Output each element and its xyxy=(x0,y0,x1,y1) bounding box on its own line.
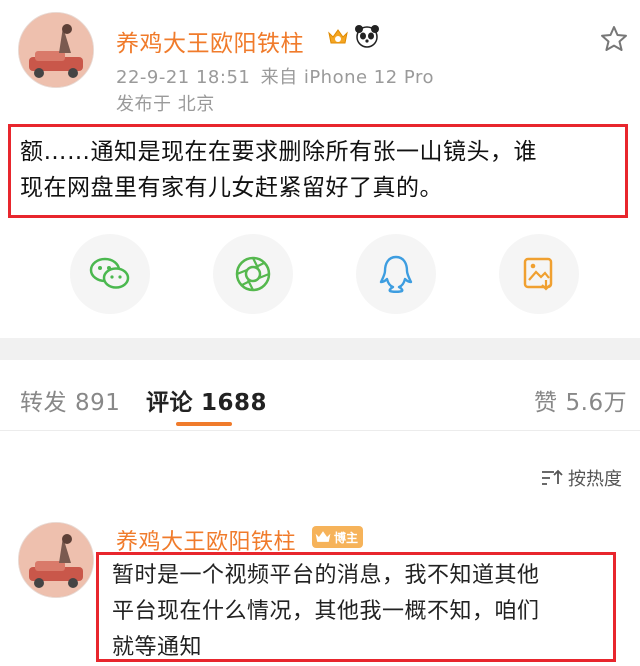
section-divider xyxy=(0,338,640,360)
active-tab-indicator xyxy=(176,422,232,426)
post-source: 来自 iPhone 12 Pro xyxy=(260,67,434,88)
blogger-badge: 博主 xyxy=(312,526,364,548)
comment-text-line: 平台现在什么情况，其他我一概不知，咱们 xyxy=(112,599,540,624)
share-qq-button[interactable] xyxy=(356,234,436,314)
avatar[interactable] xyxy=(18,12,94,88)
tab-likes-count: 5.6万 xyxy=(565,390,628,416)
sort-label: 按热度 xyxy=(568,469,622,490)
post-text: 额……通知是现在在要求删除所有张一山镜头，谁 现在网盘里有家有儿女赶紧留好了真的… xyxy=(20,134,620,206)
moments-icon xyxy=(235,256,271,292)
tab-repost[interactable]: 转发 891 xyxy=(20,383,120,417)
tab-repost-count: 891 xyxy=(75,390,121,416)
post-text-line: 额……通知是现在在要求删除所有张一山镜头，谁 xyxy=(20,139,537,165)
crown-badge-icon xyxy=(315,531,331,542)
post-text-line: 现在网盘里有家有儿女赶紧留好了真的。 xyxy=(20,175,443,201)
post-meta: 22-9-21 18:51 来自 iPhone 12 Pro xyxy=(116,63,434,89)
tab-repost-label: 转发 xyxy=(20,390,67,416)
tab-comments-count: 1688 xyxy=(201,390,268,416)
tab-bottom-divider xyxy=(0,430,640,431)
comment-avatar[interactable] xyxy=(18,522,94,598)
qq-icon xyxy=(379,255,413,293)
comment-text-line: 暂时是一个视频平台的消息，我不知道其他 xyxy=(112,563,540,588)
share-wechat-button[interactable] xyxy=(70,234,150,314)
comment-text-line: 就等通知 xyxy=(112,635,203,660)
tab-comments[interactable]: 评论 1688 xyxy=(146,383,267,417)
wechat-icon xyxy=(89,257,130,289)
post-timestamp: 22-9-21 18:51 xyxy=(116,67,251,88)
save-image-button[interactable] xyxy=(499,234,579,314)
tab-likes[interactable]: 赞 5.6万 xyxy=(534,383,627,417)
post-username[interactable]: 养鸡大王欧阳铁柱 xyxy=(116,24,304,58)
post-location: 发布于 北京 xyxy=(116,94,215,115)
comment-text: 暂时是一个视频平台的消息，我不知道其他 平台现在什么情况，其他我一概不知，咱们 … xyxy=(112,558,608,666)
share-moments-button[interactable] xyxy=(213,234,293,314)
favorite-star-icon[interactable] xyxy=(600,25,628,57)
tab-comments-label: 评论 xyxy=(146,390,193,416)
sort-icon xyxy=(542,469,563,485)
crown-badge-icon xyxy=(327,26,349,52)
blogger-badge-label: 博主 xyxy=(334,530,359,545)
save-image-icon xyxy=(523,257,553,291)
tab-likes-label: 赞 xyxy=(534,390,558,416)
panda-icon xyxy=(354,24,380,52)
sort-by-hot-button[interactable]: 按热度 xyxy=(540,465,622,491)
